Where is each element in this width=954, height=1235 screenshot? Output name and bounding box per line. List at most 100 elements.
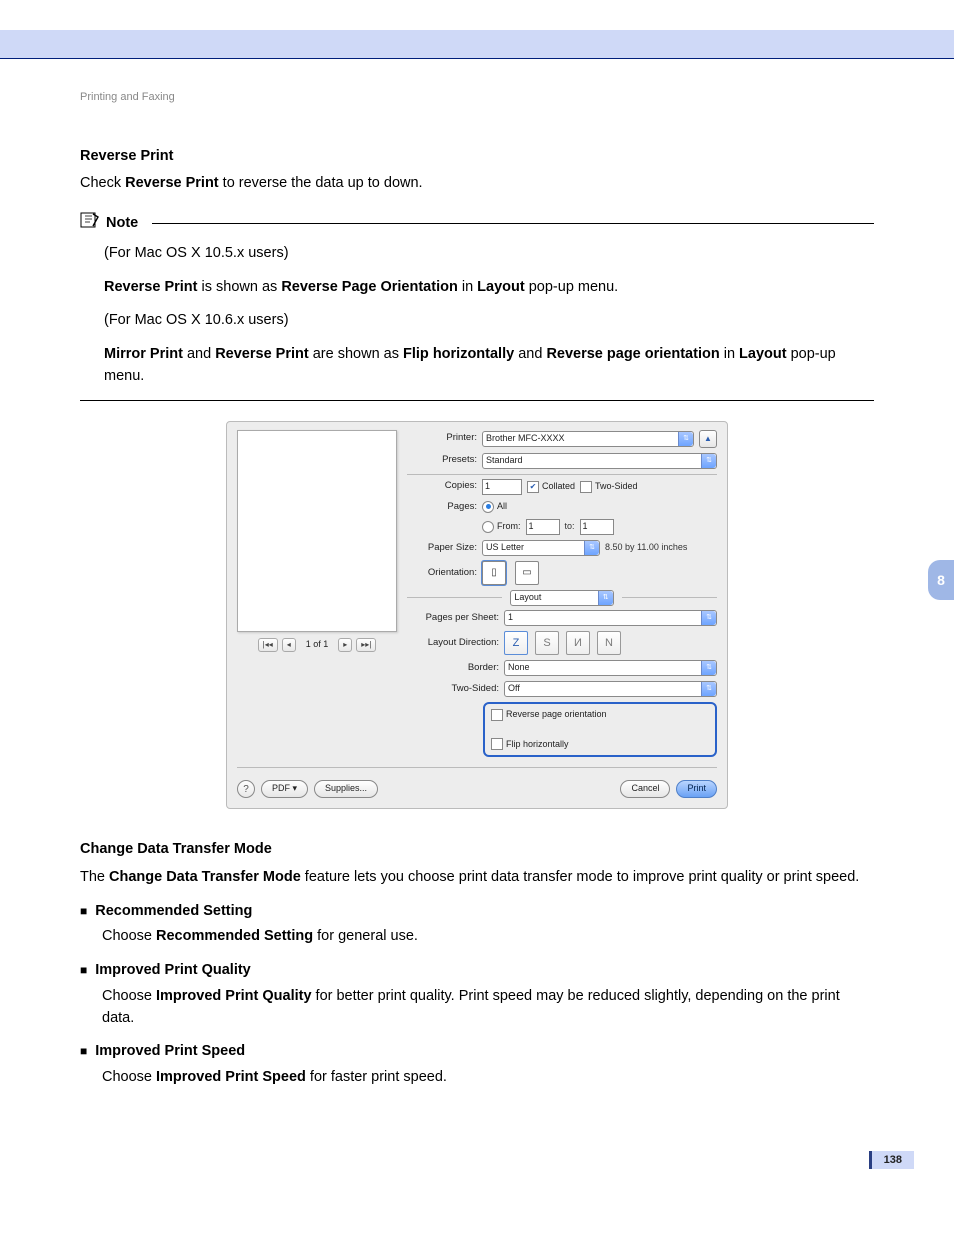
paper-size-label: Paper Size: <box>407 541 477 555</box>
layout-dir-3-button[interactable]: И <box>566 631 590 655</box>
preview-page <box>237 430 397 632</box>
select-value: Brother MFC-XXXX <box>486 432 565 446</box>
txt: Reverse page orientation <box>506 708 607 722</box>
pages-from-radio[interactable]: From: <box>482 520 521 534</box>
pps-label: Pages per Sheet: <box>407 611 499 625</box>
paper-size-select[interactable]: US Letter ⇅ <box>482 540 600 556</box>
txt: feature lets you choose print data trans… <box>301 869 860 885</box>
presets-select[interactable]: Standard ⇅ <box>482 453 717 469</box>
txt: All <box>497 500 507 514</box>
note-line3: (For Mac OS X 10.6.x users) <box>104 310 874 332</box>
section-select[interactable]: Layout⇅ <box>510 590 613 606</box>
reverse-orientation-checkbox[interactable]: Reverse page orientation <box>491 708 709 722</box>
reverse-print-intro: Check Reverse Print to reverse the data … <box>80 173 874 195</box>
layout-dir-1-button[interactable]: Z <box>504 631 528 655</box>
supplies-button[interactable]: Supplies... <box>314 780 378 798</box>
arrows-icon: ⇅ <box>701 661 716 675</box>
pps-select[interactable]: 1⇅ <box>504 610 717 626</box>
txt-bold: Improved Print Quality <box>156 988 312 1004</box>
two-sided-select[interactable]: Off ⇅ <box>504 681 717 697</box>
pages-label: Pages: <box>407 500 477 514</box>
txt-bold: Reverse Print <box>215 346 309 362</box>
prev-page-button[interactable]: ◂ <box>282 638 296 652</box>
to-input[interactable]: 1 <box>580 519 614 535</box>
header-band <box>0 30 954 59</box>
check-icon <box>491 709 503 721</box>
txt: and <box>183 346 215 362</box>
print-button[interactable]: Print <box>676 780 717 798</box>
layout-dir-4-button[interactable]: N <box>597 631 621 655</box>
txt-bold: Mirror Print <box>104 346 183 362</box>
check-icon: ✔ <box>527 481 539 493</box>
txt-bold: Layout <box>477 279 525 295</box>
next-page-button[interactable]: ▸ <box>338 638 352 652</box>
orientation-label: Orientation: <box>407 566 477 580</box>
border-label: Border: <box>407 661 499 675</box>
txt: pop-up menu. <box>525 279 619 295</box>
select-value: Standard <box>486 454 523 468</box>
txt-bold: Reverse page orientation <box>546 346 719 362</box>
bullet-icon: ■ <box>80 960 87 982</box>
note-line2: Reverse Print is shown as Reverse Page O… <box>104 277 874 299</box>
arrows-icon: ⇅ <box>701 682 716 696</box>
from-input[interactable]: 1 <box>526 519 560 535</box>
txt-bold: Reverse Print <box>125 175 219 191</box>
select-value: US Letter <box>486 541 524 555</box>
radio-icon <box>482 501 494 513</box>
cancel-button[interactable]: Cancel <box>620 780 670 798</box>
page-number: 138 <box>869 1151 914 1169</box>
print-dialog: |◂◂ ◂ 1 of 1 ▸ ▸▸| Printer: Brother MFC-… <box>226 421 728 810</box>
pdf-button[interactable]: PDF ▾ <box>261 780 308 798</box>
flip-horizontally-checkbox[interactable]: Flip horizontally <box>491 738 709 752</box>
txt: Collated <box>542 480 575 494</box>
txt: Choose <box>102 988 156 1004</box>
printer-label: Printer: <box>407 431 477 445</box>
pages-all-radio[interactable]: All <box>482 500 507 514</box>
first-page-button[interactable]: |◂◂ <box>258 638 278 652</box>
bullet-desc: Choose Recommended Setting for general u… <box>102 926 874 948</box>
bullet-desc: Choose Improved Print Speed for faster p… <box>102 1067 874 1089</box>
bullet-title: Recommended Setting <box>95 901 252 923</box>
txt: for general use. <box>313 928 418 944</box>
last-page-button[interactable]: ▸▸| <box>356 638 376 652</box>
orientation-landscape-button[interactable]: ▭ <box>515 561 539 585</box>
chapter-tab: 8 <box>928 560 954 600</box>
radio-icon <box>482 521 494 533</box>
layout-dir-2-button[interactable]: S <box>535 631 559 655</box>
bullet-icon: ■ <box>80 1041 87 1063</box>
collapse-button[interactable]: ▲ <box>699 430 717 448</box>
txt-bold: Improved Print Speed <box>156 1069 306 1085</box>
bullet-improved-quality: ■ Improved Print Quality <box>80 960 874 982</box>
txt-bold: Recommended Setting <box>156 928 313 944</box>
txt: Choose <box>102 1069 156 1085</box>
txt: Two-Sided <box>595 480 638 494</box>
border-select[interactable]: None⇅ <box>504 660 717 676</box>
txt: for faster print speed. <box>306 1069 447 1085</box>
rule <box>80 400 874 401</box>
to-label: to: <box>565 520 575 534</box>
printer-select[interactable]: Brother MFC-XXXX ⇅ <box>482 431 694 447</box>
txt-bold: Layout <box>739 346 787 362</box>
txt: in <box>458 279 477 295</box>
arrows-icon: ⇅ <box>701 454 716 468</box>
txt-bold: Reverse Page Orientation <box>281 279 458 295</box>
select-value: Off <box>508 682 520 696</box>
arrows-icon: ⇅ <box>678 432 693 446</box>
copies-label: Copies: <box>407 479 477 493</box>
copies-input[interactable]: 1 <box>482 479 522 495</box>
two-sided-checkbox[interactable]: Two-Sided <box>580 480 638 494</box>
collated-checkbox[interactable]: ✔Collated <box>527 480 575 494</box>
arrows-icon: ⇅ <box>584 541 599 555</box>
orientation-portrait-button[interactable]: ▯ <box>482 561 506 585</box>
txt-bold: Reverse Print <box>104 279 198 295</box>
note-line1: (For Mac OS X 10.5.x users) <box>104 243 874 265</box>
bullet-title: Improved Print Quality <box>95 960 251 982</box>
arrows-icon: ⇅ <box>701 611 716 625</box>
help-button[interactable]: ? <box>237 780 255 798</box>
txt-bold: Change Data Transfer Mode <box>109 869 301 885</box>
txt-bold: Flip horizontally <box>403 346 514 362</box>
presets-label: Presets: <box>407 453 477 467</box>
txt: are shown as <box>309 346 403 362</box>
txt: to reverse the data up to down. <box>219 175 423 191</box>
note-block: Note (For Mac OS X 10.5.x users) Reverse… <box>80 211 874 401</box>
